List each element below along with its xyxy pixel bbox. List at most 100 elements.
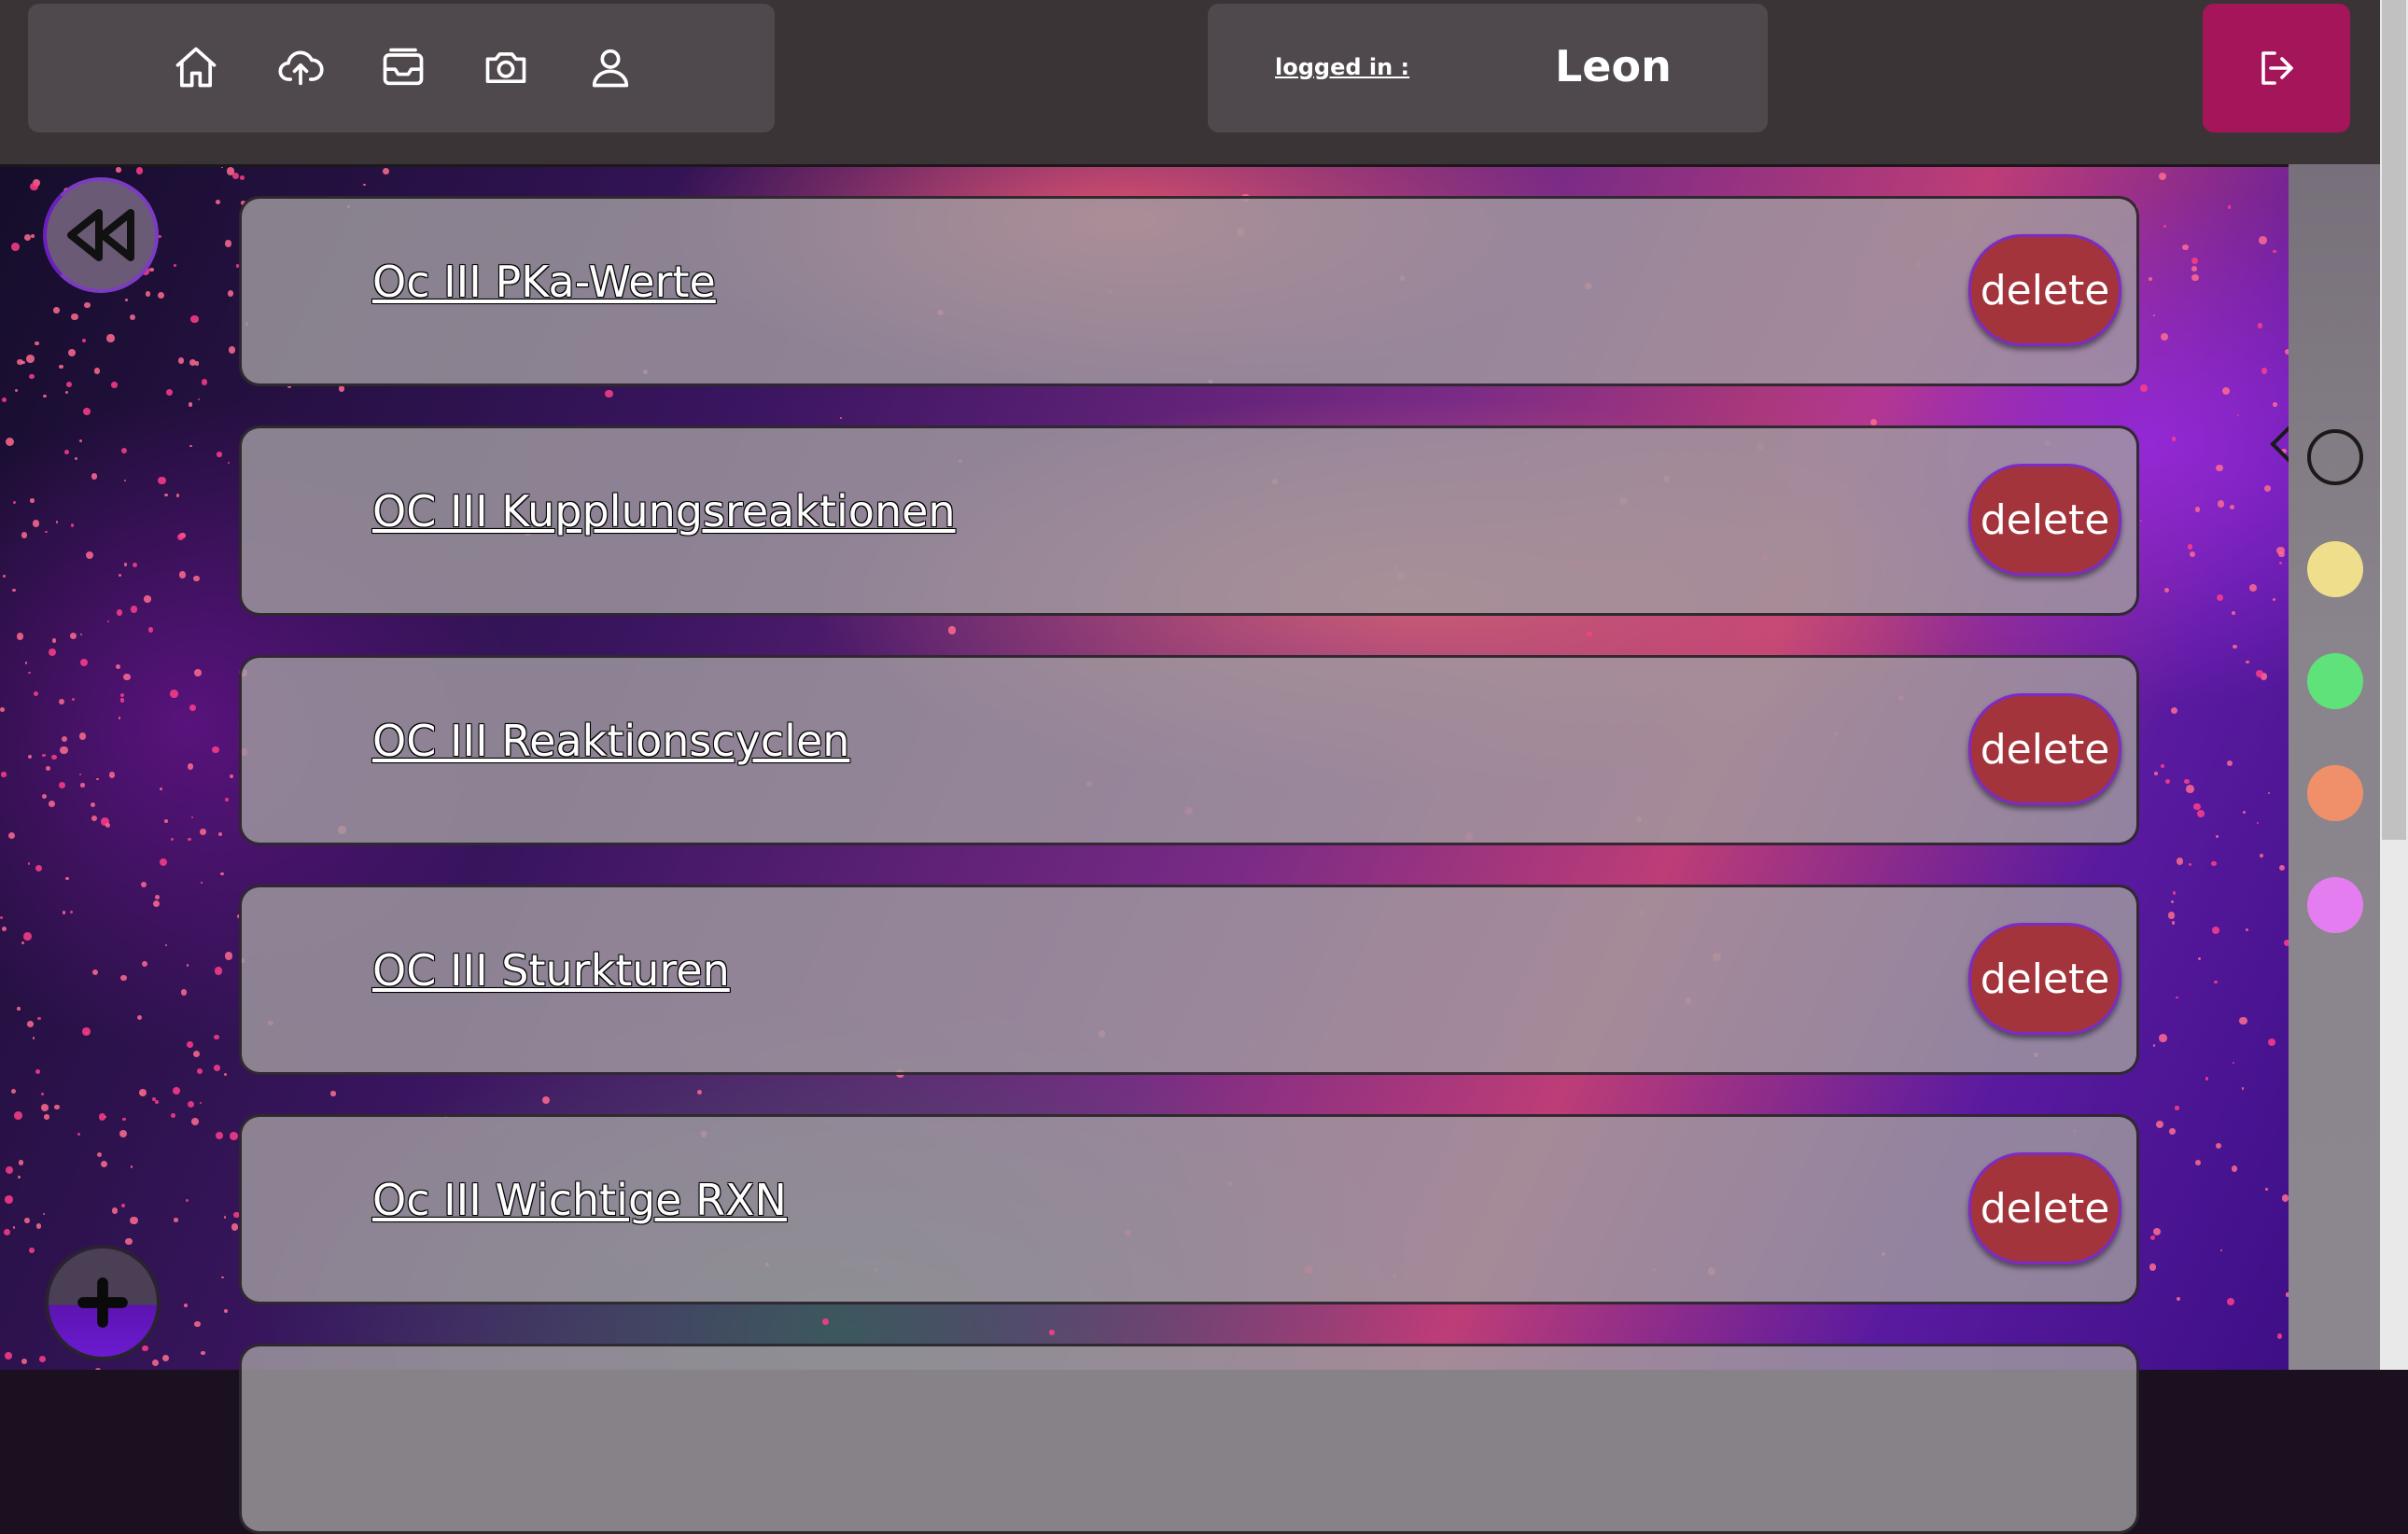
background-speckle: [239, 174, 245, 180]
background-speckle: [14, 389, 19, 393]
background-speckle: [43, 394, 47, 398]
background-speckle: [5, 1352, 13, 1360]
color-swatch-orange[interactable]: [2307, 765, 2363, 821]
background-speckle: [32, 1037, 35, 1039]
background-speckle: [72, 697, 76, 701]
background-speckle: [111, 1207, 118, 1214]
color-swatch-yellow[interactable]: [2307, 541, 2363, 597]
background-speckle: [93, 368, 101, 375]
background-speckle: [61, 735, 68, 742]
background-speckle: [2246, 660, 2250, 664]
document-title-link[interactable]: Oc III PKa-Werte: [372, 257, 716, 307]
background-speckle: [179, 571, 187, 579]
document-card: Oc III PKa-Werte delete: [239, 196, 2139, 386]
background-speckle: [59, 781, 66, 789]
background-speckle: [18, 1176, 21, 1178]
background-speckle: [123, 563, 128, 566]
background-speckle: [21, 1358, 28, 1364]
delete-button[interactable]: delete: [1968, 923, 2121, 1035]
delete-button[interactable]: delete: [1968, 234, 2121, 346]
background-speckle: [16, 633, 24, 641]
background-speckle: [2264, 1187, 2268, 1191]
background-speckle: [2189, 863, 2192, 867]
background-speckle: [153, 900, 161, 908]
background-speckle: [18, 1160, 23, 1165]
logout-button[interactable]: [2203, 4, 2350, 132]
delete-button[interactable]: delete: [1968, 464, 2121, 576]
background-speckle: [151, 1359, 159, 1366]
background-speckle: [338, 385, 345, 392]
background-speckle: [96, 1151, 102, 1157]
background-speckle: [28, 373, 35, 380]
document-title-link[interactable]: OC III Reaktionscyclen: [372, 716, 849, 766]
background-speckle: [30, 498, 35, 503]
background-speckle: [41, 1104, 49, 1112]
background-speckle: [45, 530, 49, 534]
inbox-icon[interactable]: [377, 41, 429, 93]
background-speckle: [2175, 1106, 2179, 1110]
background-speckle: [142, 960, 148, 967]
background-speckle: [227, 290, 234, 297]
rewind-icon: [67, 209, 134, 261]
color-swatch-pink[interactable]: [2307, 877, 2363, 933]
background-speckle: [37, 1016, 41, 1021]
background-speckle: [216, 200, 221, 205]
delete-button[interactable]: delete: [1968, 693, 2121, 805]
background-speckle: [164, 493, 168, 497]
document-title-link[interactable]: OC III Sturkturen: [372, 945, 730, 996]
document-title-link[interactable]: OC III Kupplungsreaktionen: [372, 486, 956, 537]
background-speckle: [227, 462, 230, 465]
background-speckle: [142, 1346, 148, 1352]
background-speckle: [6, 437, 15, 446]
background-speckle: [2242, 810, 2246, 814]
background-speckle: [23, 234, 31, 242]
background-speckle: [2167, 912, 2176, 920]
background-speckle: [82, 407, 91, 416]
background-speckle: [192, 1051, 200, 1058]
background-speckle: [27, 862, 31, 865]
camera-icon[interactable]: [480, 41, 532, 93]
background-speckle: [2227, 205, 2232, 209]
background-speckle: [363, 183, 366, 187]
background-speckle: [155, 895, 160, 900]
background-speckle: [382, 167, 389, 174]
color-swatch-none[interactable]: [2307, 429, 2363, 485]
background-speckle: [2191, 273, 2199, 282]
background-speckle: [228, 345, 236, 354]
background-speckle: [145, 291, 150, 297]
color-swatch-green[interactable]: [2307, 653, 2363, 709]
background-speckle: [2156, 1120, 2164, 1128]
delete-button[interactable]: delete: [1968, 1152, 2121, 1264]
background-speckle: [2149, 1263, 2157, 1271]
background-speckle: [229, 774, 233, 779]
background-speckle: [2158, 173, 2167, 181]
background-speckle: [170, 837, 175, 842]
background-speckle: [84, 301, 91, 309]
background-speckle: [11, 1088, 17, 1095]
background-speckle: [947, 626, 956, 635]
add-document-button[interactable]: [45, 1245, 161, 1360]
background-speckle: [59, 698, 65, 704]
background-speckle: [116, 663, 121, 669]
background-speckle: [2205, 1077, 2208, 1081]
user-icon[interactable]: [584, 41, 637, 93]
document-title-link[interactable]: Oc III Wichtige RXN: [372, 1175, 787, 1225]
background-speckle: [12, 1226, 16, 1229]
background-speckle: [2267, 1039, 2276, 1047]
background-speckle: [22, 931, 32, 941]
background-speckle: [177, 356, 185, 364]
back-button[interactable]: [43, 177, 159, 293]
scrollbar-thumb[interactable]: [2382, 0, 2406, 840]
background-speckle: [120, 447, 128, 454]
background-speckle: [2153, 771, 2158, 775]
cloud-upload-icon[interactable]: [274, 41, 327, 93]
background-speckle: [160, 858, 168, 866]
background-speckle: [2279, 865, 2286, 872]
background-speckle: [63, 449, 69, 454]
background-speckle: [2197, 810, 2205, 818]
background-speckle: [106, 620, 110, 623]
background-speckle: [184, 1303, 189, 1307]
background-speckle: [2213, 980, 2218, 984]
home-icon[interactable]: [170, 41, 222, 93]
background-speckle: [186, 963, 189, 967]
